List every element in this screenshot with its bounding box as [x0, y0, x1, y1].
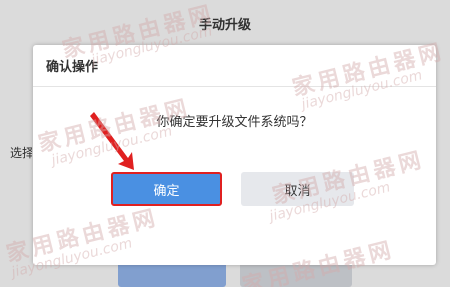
red-arrow-icon	[90, 112, 134, 170]
dialog-title: 确认操作	[46, 60, 99, 75]
dialog-header: 确认操作	[33, 45, 436, 87]
cancel-button[interactable]: 取消	[241, 172, 354, 206]
confirm-button[interactable]: 确定	[111, 172, 222, 206]
page: 手动升级 选择 确认操作 你确定要升级文件系统吗？ 确定 取消 家用路由器网 j…	[0, 0, 450, 287]
